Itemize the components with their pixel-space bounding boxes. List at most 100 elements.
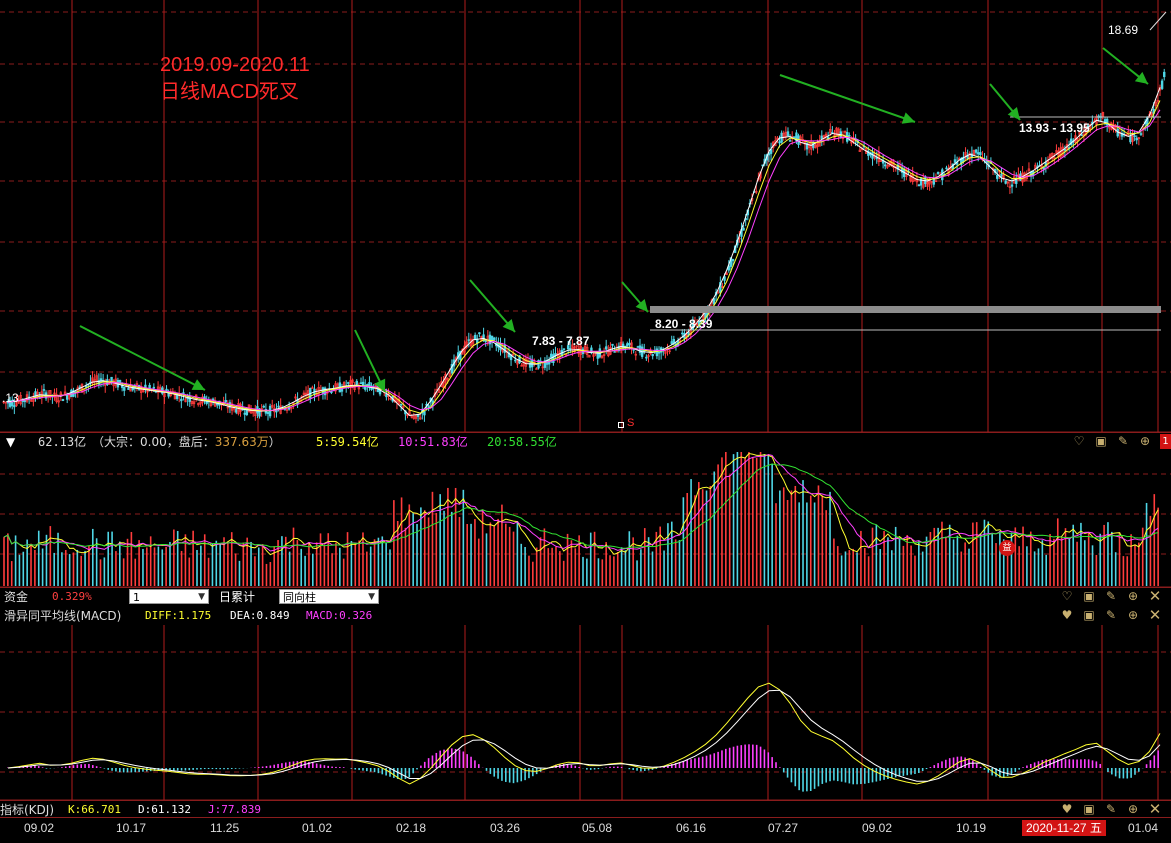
macd-info-bar: 滑异同平均线(MACD) DIFF:1.175 DEA:0.849 MACD:0… (0, 606, 1171, 625)
candle-body (786, 131, 790, 137)
trend-arrow-head (1134, 71, 1148, 84)
candle-body (611, 343, 614, 346)
candle-body (123, 387, 126, 391)
annotation-signal: 日线MACD死叉 (160, 81, 299, 103)
candle-body (152, 386, 156, 389)
candle-body (941, 169, 944, 181)
candle-body (657, 351, 661, 354)
macd-dea: DEA:0.849 (230, 609, 290, 622)
volume-ma10: 10:51.83亿 (398, 435, 468, 449)
candle-body (604, 346, 608, 350)
price-ma-lines (7, 87, 1161, 417)
candle-body (359, 382, 363, 385)
candle-body (626, 343, 629, 347)
window-icon[interactable]: ▣ (1081, 801, 1097, 817)
volume-detail-prefix: （大宗：0.00，盘后： (92, 435, 215, 449)
candle-body (65, 394, 69, 400)
candle-body (1129, 135, 1132, 143)
date-tick: 02.18 (396, 821, 427, 835)
candle-body (13, 405, 16, 408)
candle-body (979, 152, 982, 156)
candle-body (277, 405, 280, 408)
zoom-icon[interactable]: ⊕ (1125, 588, 1141, 604)
zoom-icon[interactable]: ⊕ (1125, 607, 1141, 623)
macd-name: 滑异同平均线(MACD) (4, 609, 122, 623)
candle-body (1010, 184, 1014, 187)
volume-ma5: 5:59.54亿 (316, 435, 379, 449)
candle-body (884, 164, 887, 167)
heart-icon[interactable]: ♥ (1059, 607, 1075, 623)
candle-body (820, 135, 823, 140)
date-tick: 09.02 (24, 821, 55, 835)
candle-body (182, 392, 185, 394)
heart-icon[interactable]: ♡ (1071, 433, 1087, 449)
candle-body (672, 339, 676, 344)
s-marker-box (618, 422, 624, 428)
date-tick: 10.19 (956, 821, 987, 835)
zone-label-2: 8.20 - 8.39 (655, 317, 713, 331)
candle-body (1163, 71, 1166, 78)
macd-panel-icons: ♥ ▣ ✎ ⊕ ✕ (1059, 606, 1163, 624)
volume-bars (3, 452, 1159, 586)
candle-body (974, 149, 978, 153)
date-tick: 03.26 (490, 821, 521, 835)
candle-body (945, 167, 948, 170)
date-tick: 01.02 (302, 821, 333, 835)
candle-body (1133, 135, 1136, 138)
zone-band (650, 306, 1161, 313)
chart-canvas (0, 0, 1171, 818)
window-icon[interactable]: ▣ (1081, 588, 1097, 604)
volume-ma20: 20:58.55亿 (487, 435, 557, 449)
event-badge[interactable]: 益 (999, 540, 1015, 556)
candle-body (712, 298, 716, 305)
candle-body (311, 387, 314, 389)
zoom-icon[interactable]: ⊕ (1125, 801, 1141, 817)
ma10-line (7, 100, 1161, 414)
ma20-line (7, 109, 1161, 411)
bar-type-select-value: 同向柱 (283, 591, 316, 604)
fund-panel-icons: ♡ ▣ ✎ ⊕ ✕ (1059, 587, 1163, 605)
period-select[interactable]: 1 ▼ (129, 589, 209, 604)
candle-body (216, 403, 219, 406)
close-icon[interactable]: ✕ (1147, 800, 1163, 818)
candle-body (42, 389, 46, 391)
heart-icon[interactable]: ♥ (1059, 801, 1075, 817)
close-icon[interactable]: ✕ (1147, 587, 1163, 605)
grid-lines (0, 0, 1171, 818)
trend-arrow-shaft (779, 74, 916, 123)
date-tick: 01.04 (1128, 821, 1159, 835)
volume-panel-icons: ♡ ▣ ✎ ⊕ (1071, 433, 1153, 449)
kdj-panel-icons: ♥ ▣ ✎ ⊕ ✕ (1059, 800, 1163, 818)
heart-icon[interactable]: ♡ (1059, 588, 1075, 604)
candle-body (936, 172, 940, 174)
collapse-arrow[interactable]: ▼ (6, 433, 15, 451)
close-icon[interactable]: ✕ (1147, 606, 1163, 624)
candle-body (61, 399, 65, 402)
candle-body (681, 332, 684, 335)
window-icon[interactable]: ▣ (1081, 607, 1097, 623)
window-icon[interactable]: ▣ (1093, 433, 1109, 449)
candle-body (180, 398, 183, 402)
pin-icon[interactable]: ✎ (1115, 433, 1131, 449)
date-tick: 09.02 (862, 821, 893, 835)
fund-label: 资金 (4, 590, 29, 604)
bar-type-select[interactable]: 同向柱 ▼ (279, 589, 379, 604)
candle-body (562, 348, 566, 350)
candle-body (848, 135, 851, 137)
zoom-icon[interactable]: ⊕ (1137, 433, 1153, 449)
candle-body (613, 351, 616, 353)
pin-icon[interactable]: ✎ (1103, 801, 1119, 817)
volume-total: 62.13亿 (38, 435, 87, 449)
candle-body (797, 135, 800, 145)
zone-label-1: 7.83 - 7.87 (532, 334, 590, 348)
kdj-info-bar: 指标(KDJ) K:66.701 D:61.132 J:77.839 ♥ ▣ ✎… (0, 800, 1171, 818)
price-label-top: 18.69 (1108, 23, 1139, 37)
pin-icon[interactable]: ✎ (1103, 588, 1119, 604)
fund-mode[interactable]: 日累计 (219, 588, 255, 606)
candle-body (385, 394, 388, 398)
date-tick: 07.27 (768, 821, 799, 835)
candle-body (953, 159, 957, 163)
candle-body (996, 174, 999, 179)
pin-icon[interactable]: ✎ (1103, 607, 1119, 623)
candle-body (492, 337, 496, 340)
